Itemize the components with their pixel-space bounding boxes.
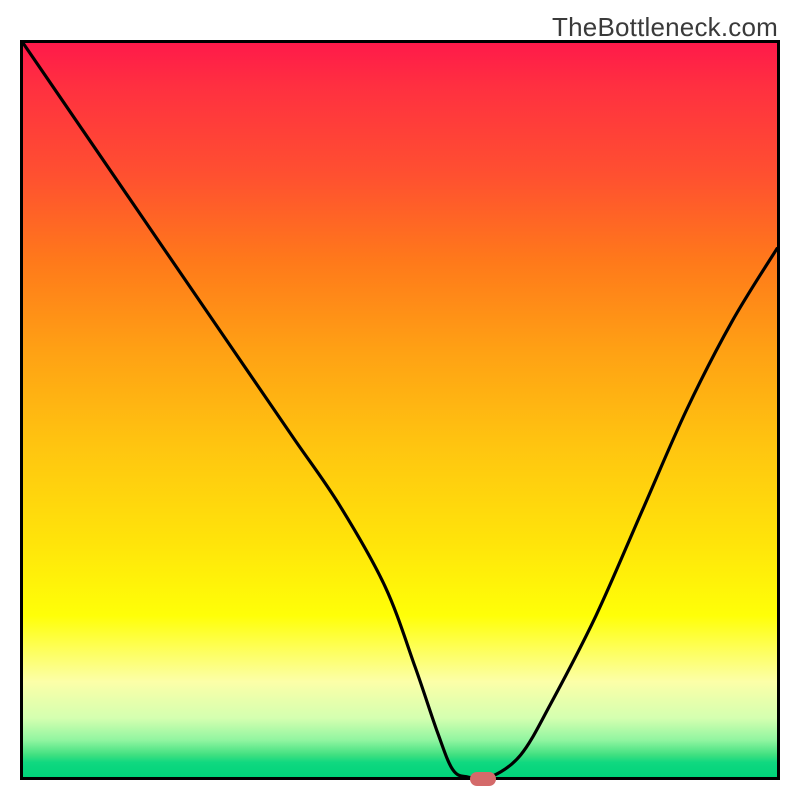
bottleneck-curve xyxy=(23,43,777,777)
chart-container: TheBottleneck.com xyxy=(0,0,800,800)
curve-layer xyxy=(23,43,777,777)
optimal-marker xyxy=(470,772,496,786)
plot-area xyxy=(20,40,780,780)
watermark-text: TheBottleneck.com xyxy=(552,12,778,43)
